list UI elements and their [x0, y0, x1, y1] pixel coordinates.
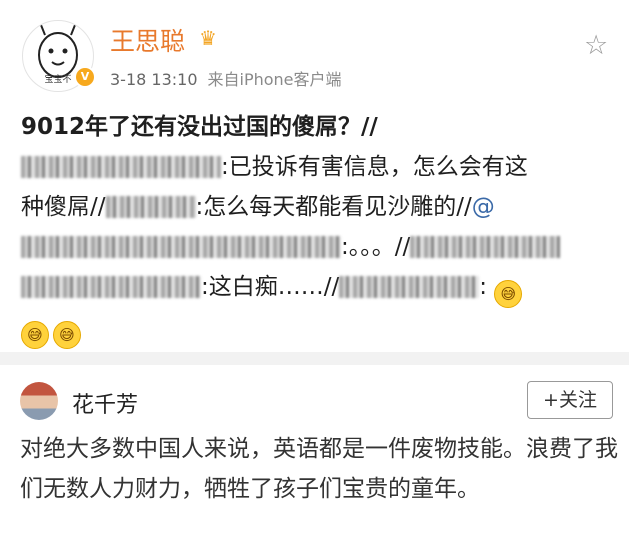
content-line-5: :这白痴……//: 😅	[21, 267, 617, 308]
post-timestamp: 3-18 13:10	[110, 70, 198, 89]
blurred-username	[21, 236, 341, 258]
content-text: :	[479, 274, 487, 300]
sweat-smile-emoji-icon: 😅	[21, 321, 49, 349]
section-divider	[0, 352, 629, 365]
content-line-3: 种傻屌// :怎么每天都能看见沙雕的//@	[21, 187, 617, 227]
blurred-username	[21, 276, 201, 298]
content-line-1: 9012年了还有没出过国的傻屌？//	[21, 107, 617, 147]
content-text: :。。。//	[341, 234, 411, 260]
commenter-avatar[interactable]	[20, 382, 58, 420]
blurred-username	[21, 156, 221, 178]
weibo-post: 宝宝不 V 王思聪 ♛ 3-18 13:10 来自iPhone客户端 ☆ 9012…	[0, 0, 629, 352]
post-meta: 3-18 13:10 来自iPhone客户端	[110, 66, 342, 90]
content-text: :怎么每天都能看见沙雕的//	[195, 194, 472, 220]
favorite-star-icon[interactable]: ☆	[584, 30, 608, 61]
mention-link[interactable]: @	[472, 194, 495, 220]
content-text: 9012年了还有没出过国的傻屌？//	[21, 114, 378, 140]
comment-card: 花千芳 +关注 对绝大多数中国人来说，英语都是一件废物技能。浪费了我们无数人力财…	[0, 365, 629, 551]
comment-text: 对绝大多数中国人来说，英语都是一件废物技能。浪费了我们无数人力财力，牺牲了孩子们…	[20, 436, 618, 502]
content-line-2: :已投诉有害信息，怎么会有这	[21, 147, 617, 187]
author-avatar[interactable]: 宝宝不 V	[22, 20, 96, 92]
sweat-smile-emoji-icon: 😅	[53, 321, 81, 349]
sweat-smile-emoji-icon: 😅	[494, 280, 523, 308]
content-text: 种傻屌//	[21, 194, 106, 220]
follow-button[interactable]: +关注	[527, 381, 613, 419]
verified-badge: V	[74, 66, 96, 88]
blurred-username	[410, 236, 561, 258]
content-text: :已投诉有害信息，怎么会有这	[221, 154, 528, 180]
content-line-4: :。。。//	[21, 227, 617, 267]
commenter-name[interactable]: 花千芳	[72, 387, 138, 419]
crown-icon: ♛	[199, 26, 217, 50]
post-source: 来自iPhone客户端	[207, 70, 342, 89]
post-content: 9012年了还有没出过国的傻屌？// :已投诉有害信息，怎么会有这 种傻屌//:…	[21, 107, 617, 349]
blurred-username	[339, 276, 480, 298]
blurred-username	[105, 196, 196, 218]
author-name[interactable]: 王思聪	[110, 22, 185, 58]
content-text: :这白痴……//	[201, 274, 340, 300]
content-line-6: 😅 😅	[21, 308, 617, 349]
